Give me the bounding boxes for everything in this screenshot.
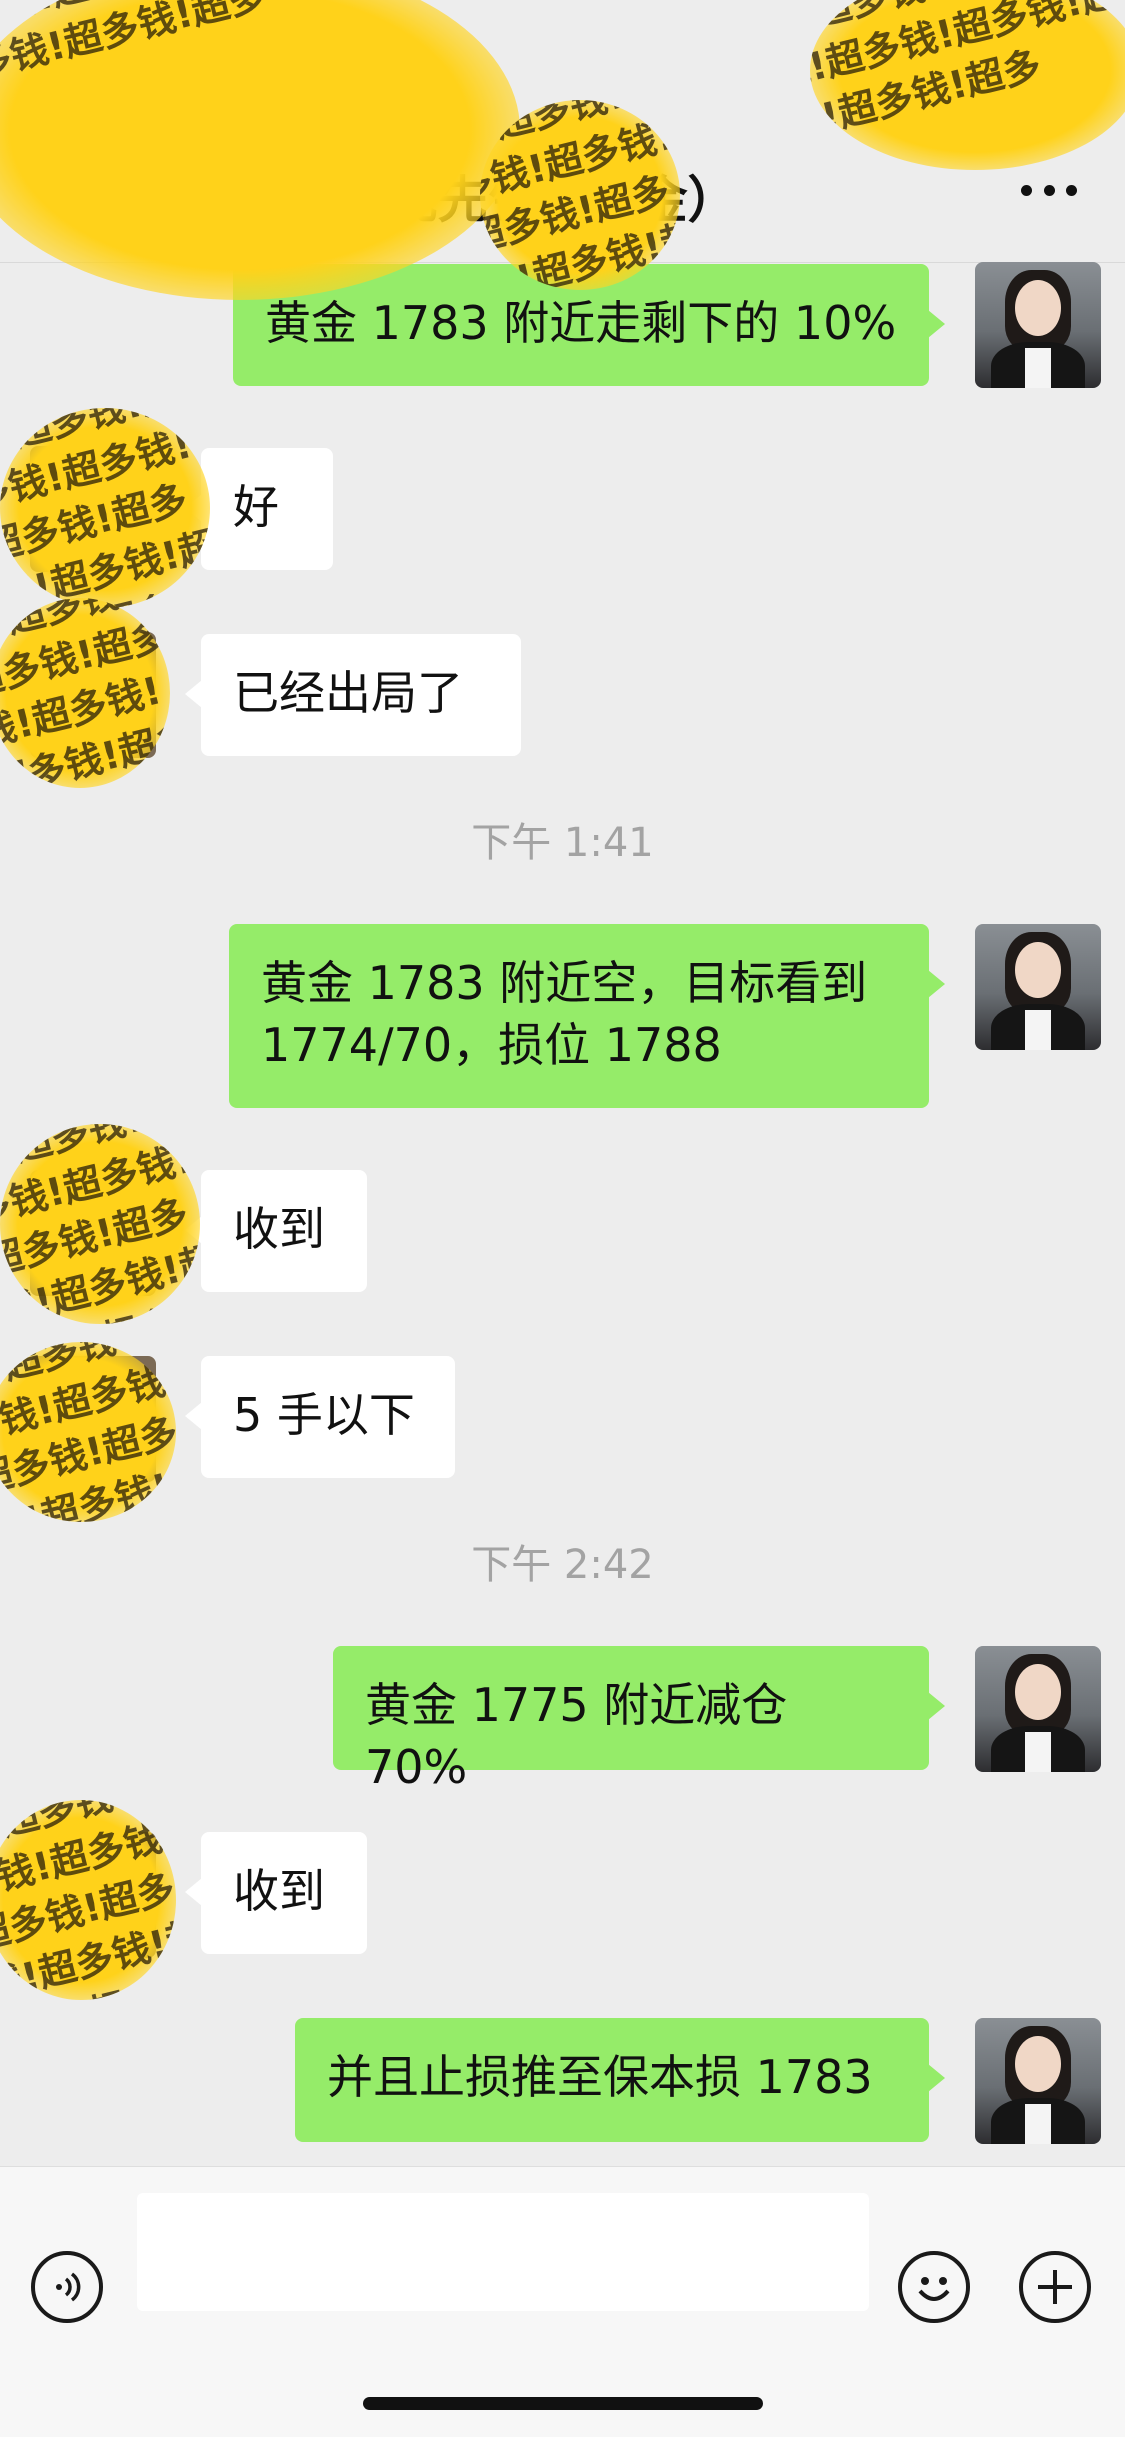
- redaction-sticker: [0, 598, 170, 788]
- redaction-sticker: [0, 1124, 200, 1324]
- home-indicator: [363, 2397, 763, 2410]
- voice-icon[interactable]: [31, 2251, 103, 2323]
- redaction-sticker: [0, 1800, 176, 2000]
- message-bubble-received[interactable]: 5 手以下: [185, 1356, 455, 1478]
- message-bubble-received[interactable]: 收到: [185, 1832, 367, 1954]
- message-bubble-sent[interactable]: 并且止损推至保本损 1783: [295, 2018, 945, 2142]
- message-bubble-sent[interactable]: 黄金 1775 附近减仓 70%: [333, 1646, 945, 1794]
- input-bar: [0, 2166, 1125, 2437]
- redaction-sticker: [810, 0, 1125, 170]
- redaction-sticker: [480, 100, 680, 290]
- time-divider: 下午 1:41: [471, 820, 654, 866]
- message-bubble-received[interactable]: 收到: [185, 1170, 367, 1292]
- plus-icon[interactable]: [1019, 2251, 1091, 2323]
- message-input[interactable]: [137, 2193, 869, 2311]
- redaction-sticker: [0, 0, 520, 300]
- my-avatar[interactable]: [975, 1646, 1101, 1772]
- my-avatar[interactable]: [975, 262, 1101, 388]
- emoji-icon[interactable]: [898, 2251, 970, 2323]
- message-bubble-received[interactable]: 已经出局了: [185, 634, 521, 756]
- redaction-sticker: [0, 408, 210, 608]
- message-bubble-received[interactable]: 好: [185, 448, 333, 570]
- message-list[interactable]: 黄金 1783 附近走剩下的 10% 好 已经出局了 下午 1:41 黄金 17…: [0, 262, 1125, 2166]
- my-avatar[interactable]: [975, 2018, 1101, 2144]
- message-bubble-sent[interactable]: 黄金 1783 附近空，目标看到 1774/70，损位 1788: [229, 924, 945, 1108]
- time-divider: 下午 2:42: [471, 1542, 654, 1588]
- my-avatar[interactable]: [975, 924, 1101, 1050]
- redaction-sticker: [0, 1342, 176, 1522]
- more-dots-icon[interactable]: [1021, 182, 1077, 198]
